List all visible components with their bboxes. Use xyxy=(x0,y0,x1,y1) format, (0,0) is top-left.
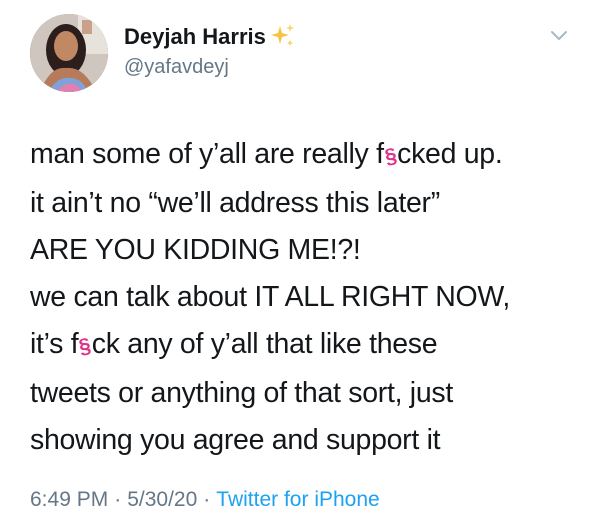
user-handle[interactable]: @yafavdeyj xyxy=(124,56,229,79)
tweet-source-link[interactable]: Twitter for iPhone xyxy=(216,488,379,511)
sparkles-icon xyxy=(271,24,294,46)
tweet-line: it ain’t no “we’ll address this later” xyxy=(30,187,440,219)
tweet-line: ARE YOU KIDDING ME!?! xyxy=(30,234,361,266)
text-segment: it’s f xyxy=(30,328,79,360)
tweet-card: Deyjah Harris @yafavdeyj man some of y’a… xyxy=(0,0,595,530)
avatar-photo xyxy=(30,14,108,92)
separator-dot: · xyxy=(203,488,211,511)
text-segment: man some of y’all are really f xyxy=(30,138,384,170)
chevron-down-icon[interactable] xyxy=(550,30,568,42)
tweet-line: it’s f§ck any of y’all that like these xyxy=(30,321,590,370)
tweet-line: man some of y’all are really f§cked up. xyxy=(30,131,590,180)
tweet-text: man some of y’all are really f§cked up. … xyxy=(30,131,590,464)
avatar[interactable] xyxy=(30,14,108,92)
tweet-line: we can talk about IT ALL RIGHT NOW, xyxy=(30,281,511,313)
tweet-line: tweets or anything of that sort, just xyxy=(30,377,453,409)
tweet-date[interactable]: 5/30/20 xyxy=(127,488,197,511)
text-segment: cked up. xyxy=(397,138,503,170)
separator-dot: · xyxy=(114,488,122,511)
tweet-metadata: 6:49 PM · 5/30/20 · Twitter for iPhone xyxy=(30,488,380,512)
tweet-line: showing you agree and support it xyxy=(30,424,441,456)
text-segment: ck any of y’all that like these xyxy=(91,328,438,360)
tweet-time[interactable]: 6:49 PM xyxy=(30,488,108,511)
display-name[interactable]: Deyjah Harris xyxy=(124,24,266,50)
